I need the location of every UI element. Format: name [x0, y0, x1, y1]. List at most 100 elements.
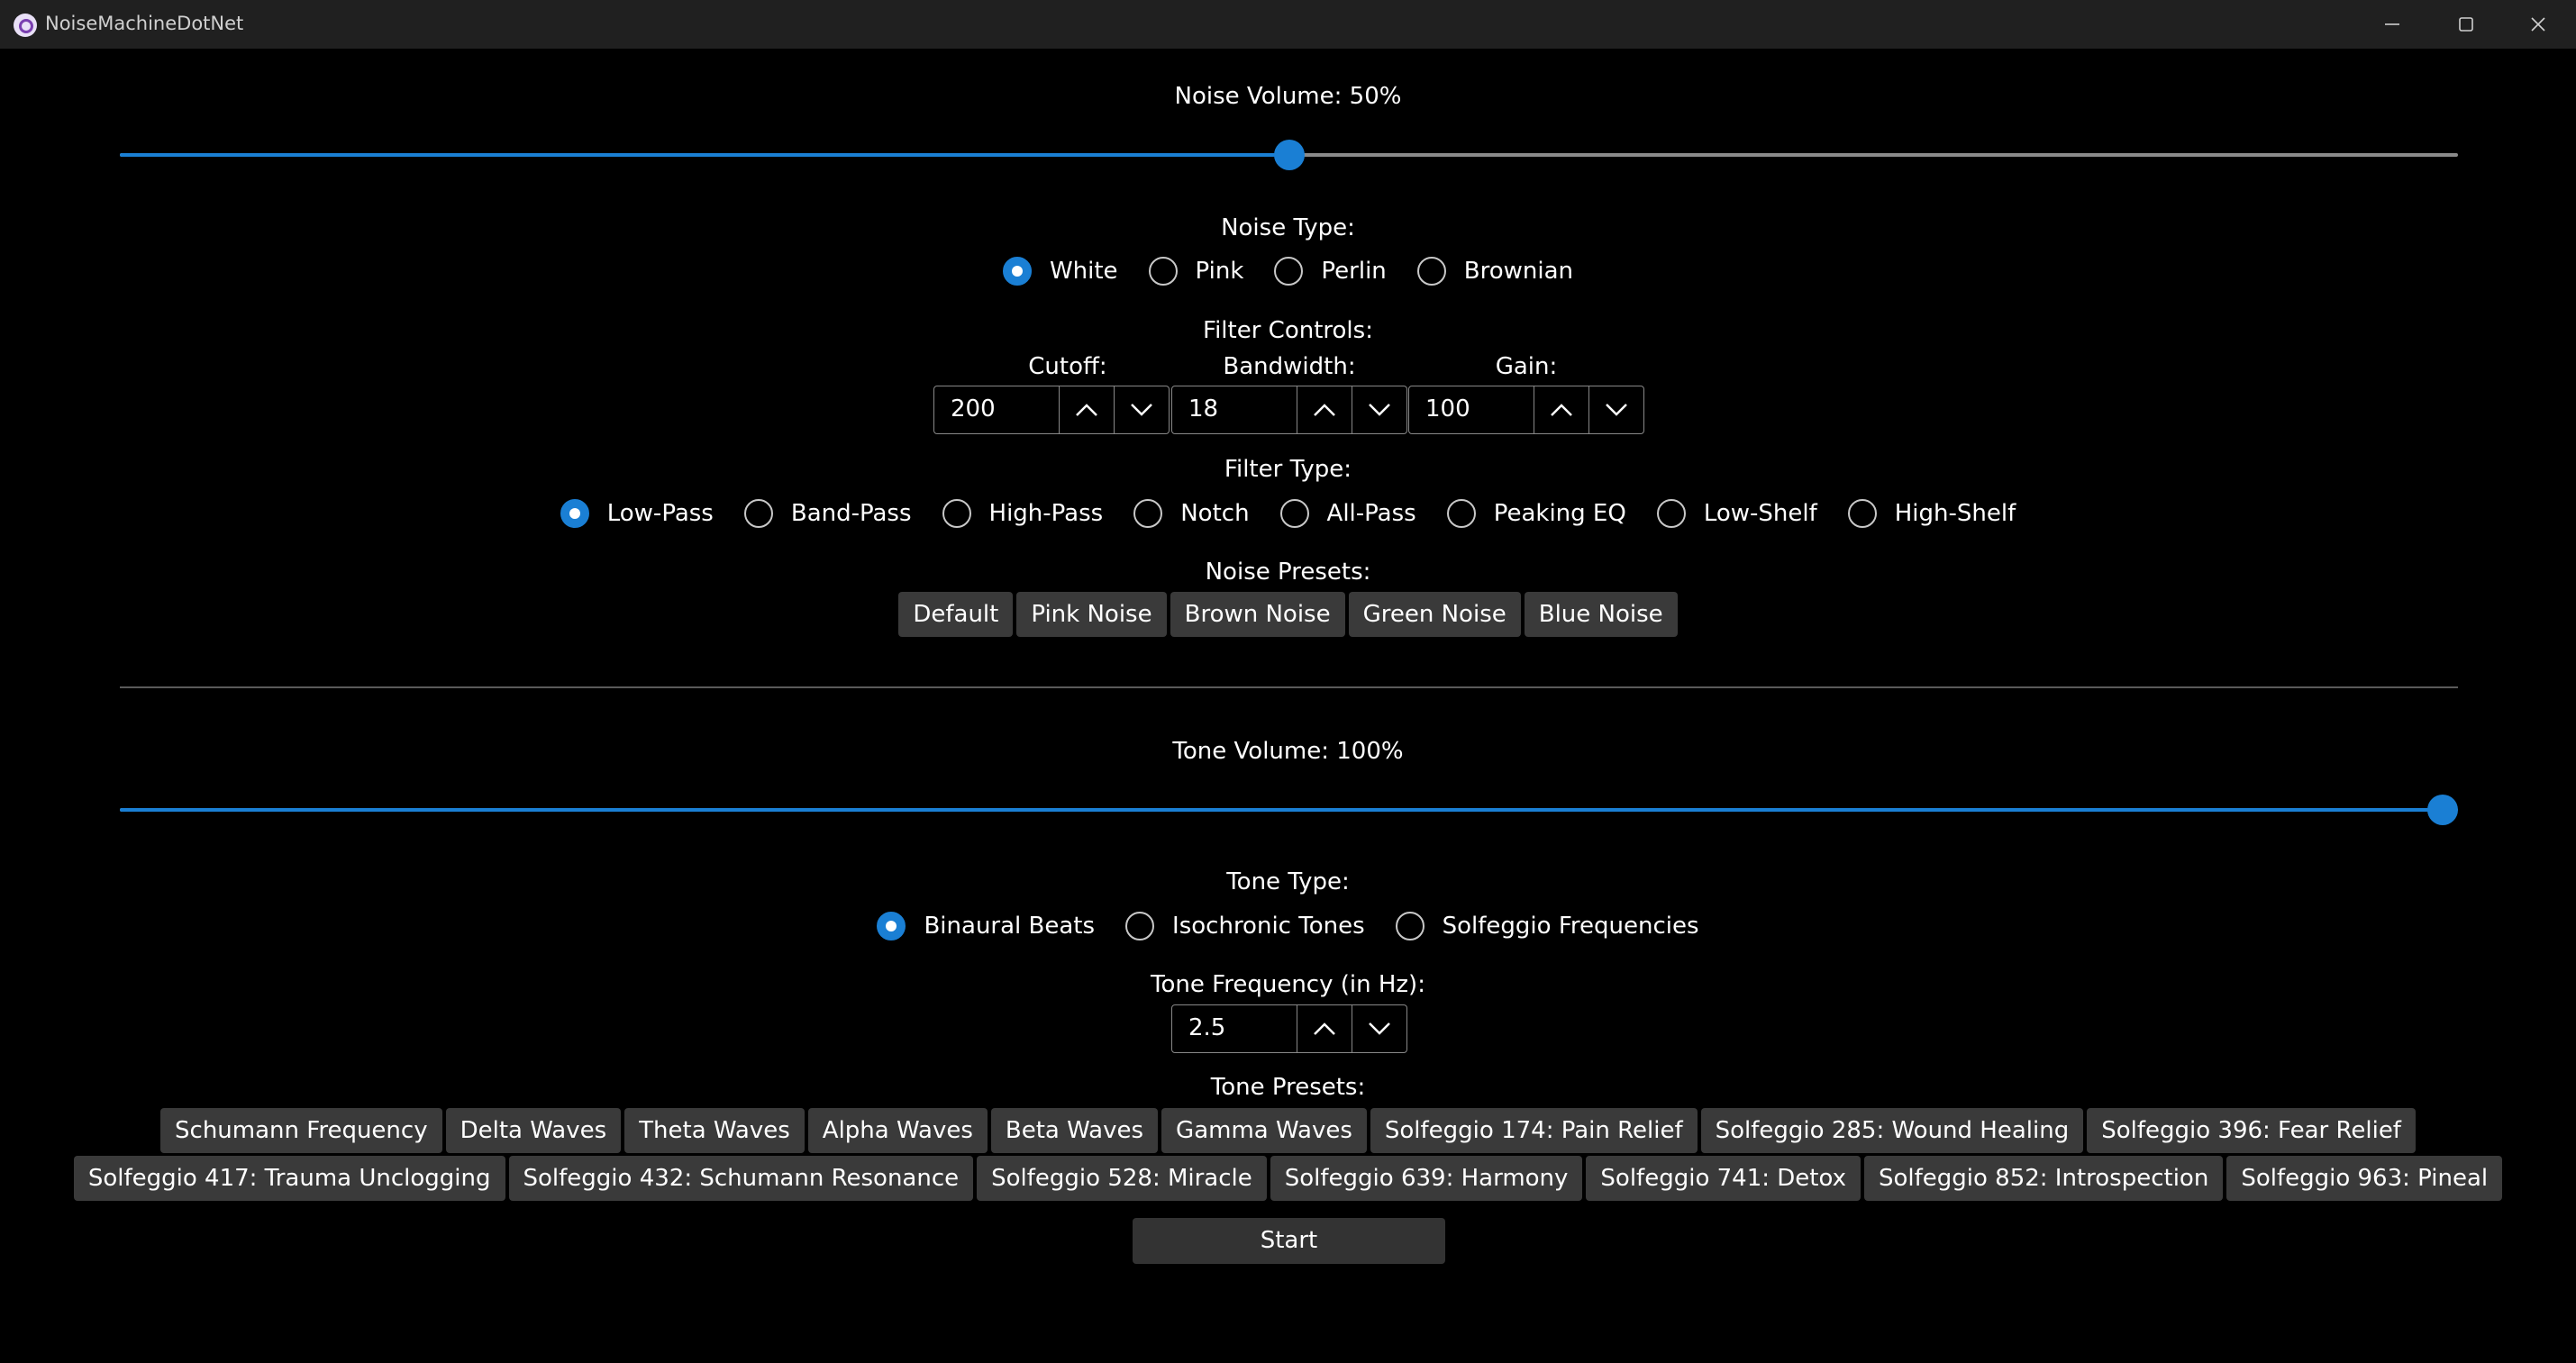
chevron-down-icon — [1131, 404, 1152, 416]
tone-frequency-input[interactable]: 2.5 — [1172, 1005, 1297, 1052]
radio-selected-indicator — [560, 499, 589, 528]
filter-type-radio-low-shelf[interactable]: Low-Shelf — [1656, 499, 1817, 528]
tone-preset-theta-waves-button[interactable]: Theta Waves — [624, 1108, 805, 1153]
tone-frequency-increment-button[interactable] — [1297, 1005, 1352, 1052]
radio-label: Low-Pass — [606, 500, 714, 527]
chevron-down-icon — [1369, 404, 1390, 416]
filter-type-radio-high-pass[interactable]: High-Pass — [942, 499, 1104, 528]
noise-preset-brown-noise-button[interactable]: Brown Noise — [1170, 592, 1345, 637]
radio-label: Brownian — [1463, 258, 1574, 285]
radio-indicator — [1446, 499, 1476, 528]
noise-type-radio-white[interactable]: White — [1002, 257, 1118, 286]
noise-preset-pink-noise-button[interactable]: Pink Noise — [1016, 592, 1167, 637]
gain-increment-button[interactable] — [1534, 386, 1588, 433]
radio-label: Pink — [1195, 258, 1244, 285]
radio-indicator — [1125, 912, 1155, 940]
tone-type-radio-binaural-beats[interactable]: Binaural Beats — [877, 912, 1095, 940]
noise-type-label: Noise Type: — [1221, 214, 1355, 241]
tone-preset-solfeggio-639-harmony-button[interactable]: Solfeggio 639: Harmony — [1270, 1156, 1583, 1201]
tone-preset-solfeggio-285-wound-healing-button[interactable]: Solfeggio 285: Wound Healing — [1700, 1108, 2084, 1153]
filter-type-radio-peaking-eq[interactable]: Peaking EQ — [1446, 499, 1626, 528]
cutoff-label: Cutoff: — [1028, 353, 1107, 380]
gain-label: Gain: — [1495, 353, 1558, 380]
gain-stepper: 100 — [1408, 386, 1644, 434]
slider-fill — [120, 153, 1289, 157]
radio-indicator — [1148, 257, 1178, 286]
filter-type-radio-group: Low-Pass Band-Pass High-Pass Notch All-Pass P… — [0, 497, 2576, 530]
bandwidth-decrement-button[interactable] — [1352, 386, 1406, 433]
bandwidth-stepper: 18 — [1171, 386, 1407, 434]
radio-label: High-Pass — [988, 500, 1104, 527]
bandwidth-input[interactable]: 18 — [1172, 386, 1297, 433]
tone-presets-label: Tone Presets: — [1210, 1074, 1366, 1101]
filter-type-label: Filter Type: — [1224, 456, 1352, 483]
filter-type-radio-notch[interactable]: Notch — [1133, 499, 1250, 528]
noise-presets: Default Pink Noise Brown Noise Green Noise B… — [0, 592, 2576, 637]
tone-preset-solfeggio-741-detox-button[interactable]: Solfeggio 741: Detox — [1586, 1156, 1861, 1201]
tone-frequency-decrement-button[interactable] — [1352, 1005, 1406, 1052]
tone-preset-solfeggio-174-pain-relief-button[interactable]: Solfeggio 174: Pain Relief — [1370, 1108, 1698, 1153]
radio-label: Isochronic Tones — [1172, 913, 1365, 940]
noise-volume-slider[interactable] — [120, 137, 2458, 173]
tone-preset-solfeggio-852-introspection-button[interactable]: Solfeggio 852: Introspection — [1863, 1156, 2224, 1201]
tone-preset-solfeggio-528-miracle-button[interactable]: Solfeggio 528: Miracle — [977, 1156, 1267, 1201]
radio-indicator — [743, 499, 773, 528]
tone-volume-slider[interactable] — [120, 792, 2458, 828]
radio-selected-indicator — [1002, 257, 1032, 286]
bandwidth-increment-button[interactable] — [1297, 386, 1352, 433]
tone-type-radio-solfeggio-frequencies[interactable]: Solfeggio Frequencies — [1395, 912, 1699, 940]
radio-indicator — [1416, 257, 1446, 286]
close-button[interactable] — [2502, 0, 2574, 49]
radio-indicator — [1395, 912, 1425, 940]
radio-label: High-Shelf — [1894, 500, 2016, 527]
tone-preset-beta-waves-button[interactable]: Beta Waves — [990, 1108, 1159, 1153]
noise-type-radio-brownian[interactable]: Brownian — [1416, 257, 1574, 286]
slider-thumb[interactable] — [1273, 140, 1305, 170]
chevron-down-icon — [1606, 404, 1627, 416]
maximize-icon — [2459, 17, 2473, 32]
radio-indicator — [942, 499, 971, 528]
radio-label: Perlin — [1321, 258, 1387, 285]
noise-type-radio-group: White Pink Perlin Brownian — [0, 255, 2576, 287]
tone-preset-gamma-waves-button[interactable]: Gamma Waves — [1161, 1108, 1367, 1153]
tone-preset-alpha-waves-button[interactable]: Alpha Waves — [807, 1108, 988, 1153]
tone-preset-solfeggio-417-trauma-unclogging-button[interactable]: Solfeggio 417: Trauma Unclogging — [73, 1156, 505, 1201]
cutoff-increment-button[interactable] — [1059, 386, 1114, 433]
radio-indicator — [1274, 257, 1304, 286]
radio-label: All-Pass — [1326, 500, 1416, 527]
radio-indicator — [1279, 499, 1309, 528]
slider-fill — [120, 808, 2443, 812]
gain-decrement-button[interactable] — [1588, 386, 1643, 433]
tone-preset-solfeggio-396-fear-relief-button[interactable]: Solfeggio 396: Fear Relief — [2087, 1108, 2416, 1153]
noise-type-radio-pink[interactable]: Pink — [1148, 257, 1244, 286]
tone-volume-label: Tone Volume: 100% — [1172, 738, 1404, 765]
start-button[interactable]: Start — [1133, 1218, 1445, 1264]
noise-presets-label: Noise Presets: — [1205, 559, 1371, 586]
filter-type-radio-all-pass[interactable]: All-Pass — [1279, 499, 1416, 528]
tone-preset-solfeggio-432-schumann-resonance-button[interactable]: Solfeggio 432: Schumann Resonance — [508, 1156, 974, 1201]
tone-type-label: Tone Type: — [1226, 868, 1350, 895]
filter-controls-label: Filter Controls: — [1203, 317, 1373, 344]
tone-preset-schumann-frequency-button[interactable]: Schumann Frequency — [160, 1108, 442, 1153]
filter-type-radio-high-shelf[interactable]: High-Shelf — [1847, 499, 2016, 528]
maximize-button[interactable] — [2430, 0, 2502, 49]
noise-preset-blue-noise-button[interactable]: Blue Noise — [1524, 592, 1678, 637]
cutoff-decrement-button[interactable] — [1114, 386, 1169, 433]
gain-input[interactable]: 100 — [1409, 386, 1534, 433]
cutoff-input[interactable]: 200 — [934, 386, 1059, 433]
noise-preset-green-noise-button[interactable]: Green Noise — [1348, 592, 1521, 637]
radio-label: Peaking EQ — [1493, 500, 1626, 527]
radio-selected-indicator — [877, 912, 906, 940]
minimize-button[interactable] — [2356, 0, 2428, 49]
noise-preset-default-button[interactable]: Default — [898, 592, 1014, 637]
noise-volume-label: Noise Volume: 50% — [1174, 83, 1402, 110]
tone-preset-solfeggio-963-pineal-button[interactable]: Solfeggio 963: Pineal — [2226, 1156, 2503, 1201]
cutoff-stepper: 200 — [933, 386, 1170, 434]
filter-type-radio-band-pass[interactable]: Band-Pass — [743, 499, 912, 528]
close-icon — [2531, 17, 2545, 32]
slider-thumb[interactable] — [2427, 795, 2458, 825]
tone-preset-delta-waves-button[interactable]: Delta Waves — [445, 1108, 622, 1153]
tone-type-radio-isochronic-tones[interactable]: Isochronic Tones — [1125, 912, 1365, 940]
filter-type-radio-low-pass[interactable]: Low-Pass — [560, 499, 714, 528]
noise-type-radio-perlin[interactable]: Perlin — [1274, 257, 1387, 286]
